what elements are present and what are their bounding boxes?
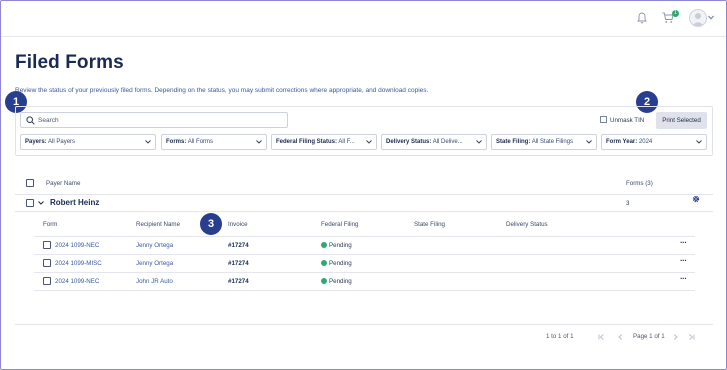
search-icon (26, 116, 35, 125)
divider (34, 290, 695, 291)
status-text: Pending (329, 278, 352, 285)
search-input[interactable] (38, 114, 283, 126)
pending-status-icon (321, 242, 327, 248)
chevron-down-icon (586, 140, 592, 144)
chevron-down-icon (476, 140, 482, 144)
chevron-down-icon (366, 140, 372, 144)
column-form: Form (43, 221, 58, 228)
pagination-page: Page 1 of 1 (633, 333, 665, 340)
forms-count-header: Forms (3) (626, 180, 653, 187)
row-checkbox[interactable] (43, 277, 51, 285)
page-title: Filed Forms (15, 52, 124, 73)
invoice-number[interactable]: #17274 (228, 260, 249, 267)
user-avatar-icon[interactable] (689, 9, 707, 27)
payer-name-header[interactable]: Payer Name (46, 180, 80, 187)
divider (34, 254, 695, 255)
unmask-tin-label: Unmask TIN (610, 117, 645, 124)
chevron-down-icon (696, 140, 702, 144)
divider (34, 272, 695, 273)
pending-status-icon (321, 260, 327, 266)
row-checkbox[interactable] (43, 241, 51, 249)
filter-value: All Payers (48, 139, 76, 145)
invoice-number[interactable]: #17274 (228, 242, 249, 249)
divider (15, 194, 713, 195)
select-all-checkbox[interactable] (26, 179, 34, 187)
filter-label: Federal Filing Status: (276, 139, 338, 145)
filter-label: Delivery Status: (386, 139, 432, 145)
recipient-name: John JR Auto (136, 278, 173, 285)
group-checkbox[interactable] (26, 199, 34, 207)
filter-delivery-status[interactable]: Delivery Status: All Delive... (381, 134, 487, 150)
user-silhouette-icon (692, 13, 704, 26)
column-state-filing: State Filing (414, 221, 445, 228)
column-federal-filing: Federal Filing (321, 221, 359, 228)
bell-icon[interactable] (637, 12, 647, 24)
filter-label: Form Year: (606, 139, 638, 145)
form-link[interactable]: 2024 1099-MISC (55, 260, 102, 267)
pagination-range: 1 to 1 of 1 (546, 333, 574, 340)
divider (15, 324, 713, 325)
invoice-number[interactable]: #17274 (228, 278, 249, 285)
last-page-icon[interactable] (688, 334, 695, 340)
divider (15, 211, 713, 212)
row-menu-button[interactable]: ··· (680, 256, 687, 265)
filter-value: All F... (338, 139, 355, 145)
next-page-icon[interactable] (672, 334, 679, 340)
payer-group-count: 3 (626, 200, 630, 207)
column-invoice: Invoice (228, 221, 248, 228)
print-selected-button[interactable]: Print Selected (656, 112, 707, 129)
filter-value: All State Filings (531, 139, 574, 145)
unmask-tin-box[interactable] (600, 116, 607, 123)
federal-filing-status: Pending (321, 260, 352, 267)
divider (34, 236, 695, 237)
filter-label: State Filing: (496, 139, 531, 145)
chevron-down-icon[interactable] (38, 201, 44, 205)
filter-forms[interactable]: Forms: All Forms (161, 134, 267, 150)
payer-group-name[interactable]: Robert Heinz (50, 198, 99, 207)
filter-value: All Forms (187, 139, 214, 145)
filter-value: 2024 (638, 139, 653, 145)
cart-badge: 1 (672, 10, 679, 17)
recipient-name: Jenny Ortega (136, 260, 174, 267)
status-text: Pending (329, 242, 352, 249)
filter-federal-filing-status[interactable]: Federal Filing Status: All F... (271, 134, 377, 150)
row-menu-button[interactable]: ··· (680, 238, 687, 247)
filter-value: All Delive... (432, 139, 463, 145)
row-checkbox[interactable] (43, 259, 51, 267)
column-delivery-status: Delivery Status (506, 221, 548, 228)
filter-payers[interactable]: Payers: All Payers (20, 134, 156, 150)
filter-state-filing[interactable]: State Filing: All State Filings (491, 134, 597, 150)
filter-label: Forms: (166, 139, 187, 145)
federal-filing-status: Pending (321, 242, 352, 249)
pending-status-icon (321, 278, 327, 284)
status-text: Pending (329, 260, 352, 267)
row-menu-button[interactable]: ··· (680, 274, 687, 283)
chevron-down-icon[interactable] (708, 15, 714, 20)
unmask-tin-checkbox[interactable]: Unmask TIN (600, 116, 644, 124)
callout-3: 3 (200, 213, 222, 235)
top-bar (1, 1, 726, 37)
chevron-down-icon (145, 140, 151, 144)
form-link[interactable]: 2024 1099-NEC (55, 278, 99, 285)
gear-icon[interactable] (692, 195, 700, 203)
recipient-name: Jenny Ortega (136, 242, 174, 249)
search-box[interactable] (20, 112, 288, 128)
filter-form-year[interactable]: Form Year: 2024 (601, 134, 707, 150)
filter-label: Payers: (25, 139, 47, 145)
page-description: Review the status of your previously fil… (15, 87, 429, 94)
form-link[interactable]: 2024 1099-NEC (55, 242, 99, 249)
federal-filing-status: Pending (321, 278, 352, 285)
previous-page-icon[interactable] (617, 334, 624, 340)
column-recipient-name: Recipient Name (136, 221, 181, 228)
first-page-icon[interactable] (598, 334, 605, 340)
chevron-down-icon (256, 140, 262, 144)
